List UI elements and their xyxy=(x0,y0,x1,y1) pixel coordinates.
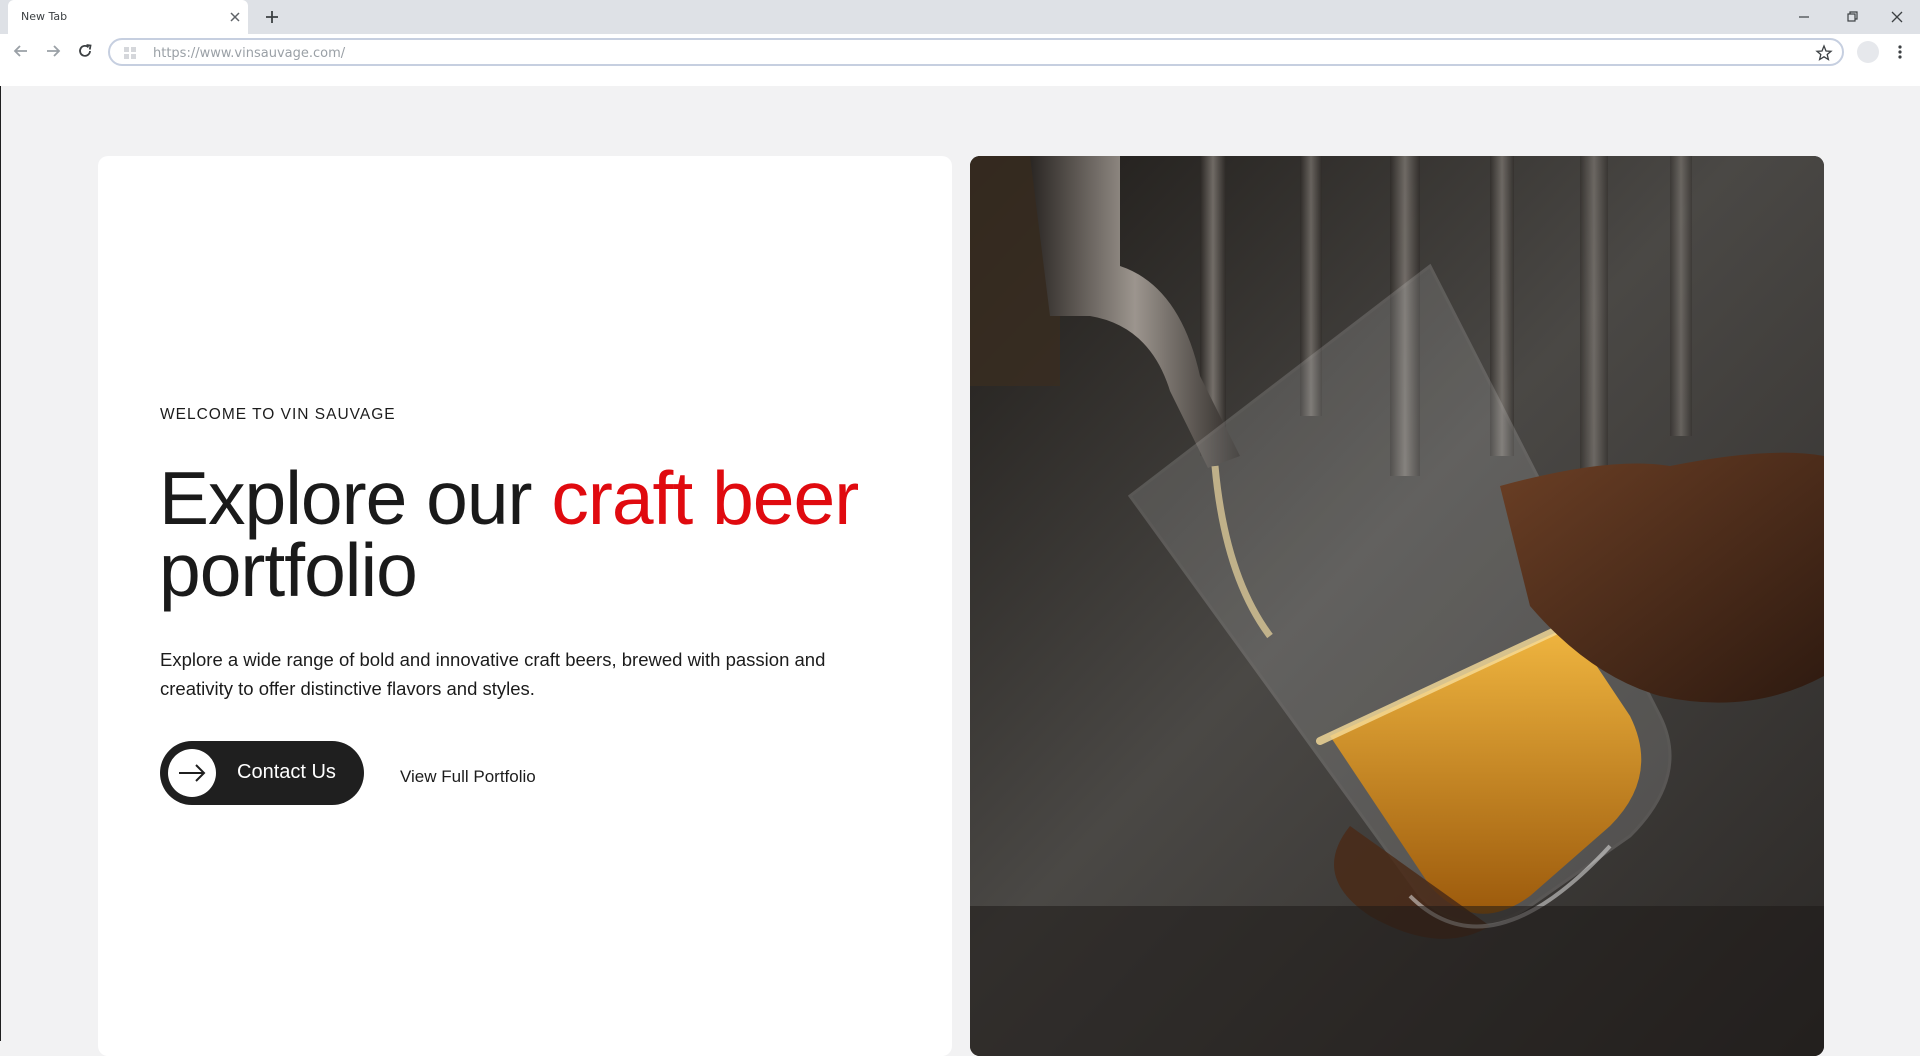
arrow-right-icon[interactable] xyxy=(42,40,64,62)
star-icon[interactable] xyxy=(1814,43,1834,63)
site-info-icon[interactable] xyxy=(122,45,138,61)
tab-close-icon[interactable] xyxy=(227,9,243,25)
close-window-icon[interactable] xyxy=(1886,6,1908,28)
contact-us-label: Contact Us xyxy=(237,761,336,783)
beer-pour-photo xyxy=(970,156,1824,1056)
tab-title: New Tab xyxy=(21,10,68,23)
restore-icon[interactable] xyxy=(1841,6,1863,28)
profile-avatar[interactable] xyxy=(1857,41,1879,63)
arrow-right-icon xyxy=(168,749,216,797)
arrow-left-icon[interactable] xyxy=(10,40,32,62)
kebab-menu-icon[interactable] xyxy=(1890,41,1910,63)
address-bar[interactable]: https://www.vinsauvage.com/ xyxy=(108,38,1844,66)
browser-tab[interactable]: New Tab xyxy=(8,0,248,34)
contact-us-button[interactable]: Contact Us xyxy=(160,741,364,805)
hero-headline: Explore our craft beer portfolio xyxy=(159,461,939,608)
url-text[interactable]: https://www.vinsauvage.com/ xyxy=(153,46,345,61)
hero-description: Explore a wide range of bold and innovat… xyxy=(160,649,826,699)
window-edge xyxy=(0,86,1,1041)
headline-accent: craft beer xyxy=(551,456,859,540)
tab-strip: New Tab xyxy=(0,0,1920,34)
hero-eyebrow: WELCOME TO VIN SAUVAGE xyxy=(160,406,396,423)
view-full-portfolio-link[interactable]: View Full Portfolio xyxy=(400,767,536,787)
new-tab-plus-icon[interactable] xyxy=(262,7,282,27)
minimize-icon[interactable] xyxy=(1793,6,1815,28)
hero-card: WELCOME TO VIN SAUVAGE Explore our craft… xyxy=(98,156,952,1056)
beer-pour-illustration xyxy=(970,156,1824,1056)
reload-icon[interactable] xyxy=(74,40,96,62)
headline-text-end: portfolio xyxy=(159,528,418,612)
